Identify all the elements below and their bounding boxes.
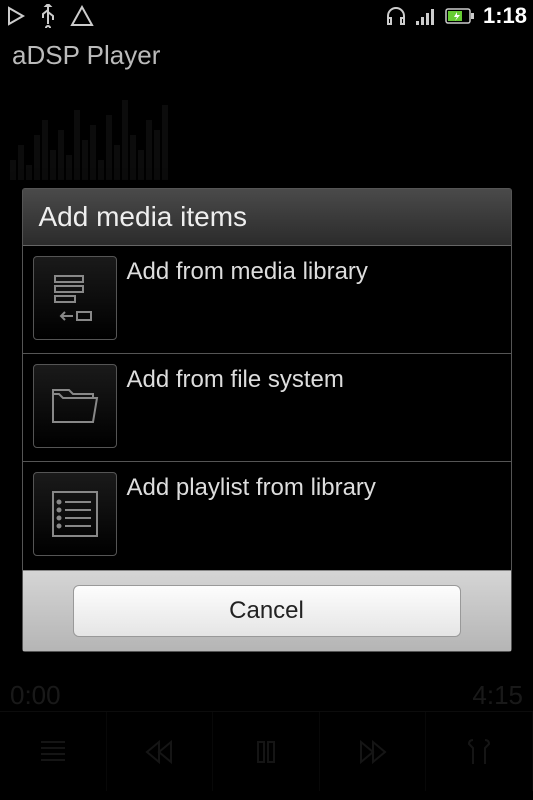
option-label: Add from file system [127,364,344,394]
dialog-options-list: Add from media library Add from file sys… [23,246,511,570]
add-media-dialog: Add media items Add from media library [22,188,512,652]
option-label: Add from media library [127,256,368,286]
folder-icon [33,364,117,448]
dialog-footer: Cancel [23,570,511,651]
cancel-button[interactable]: Cancel [73,585,461,637]
option-file-system[interactable]: Add from file system [23,354,511,462]
modal-backdrop: Add media items Add from media library [0,0,533,800]
option-playlist-library[interactable]: Add playlist from library [23,462,511,570]
playlist-icon [33,472,117,556]
dialog-title: Add media items [23,189,511,246]
media-library-icon [33,256,117,340]
option-media-library[interactable]: Add from media library [23,246,511,354]
option-label: Add playlist from library [127,472,376,502]
